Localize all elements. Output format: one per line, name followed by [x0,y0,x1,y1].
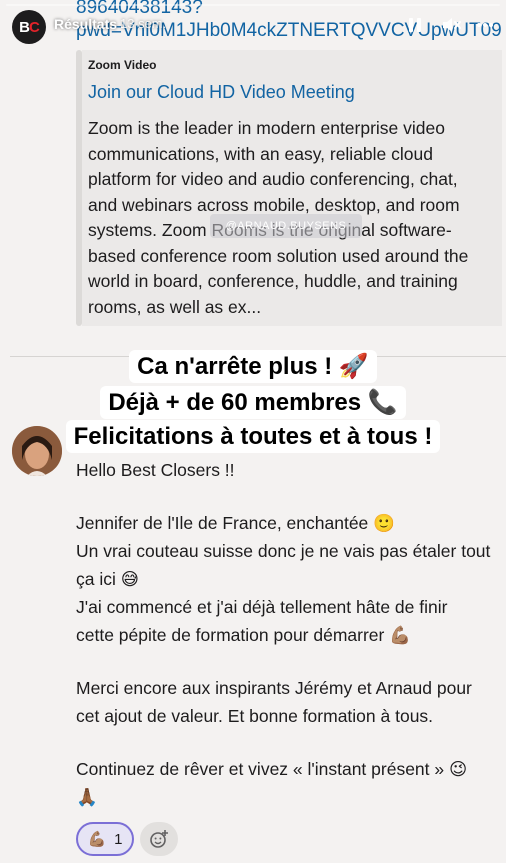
story-caption-line-3: Felicitations à toutes et à tous ! [0,420,506,453]
reaction-emoji: 💪🏽 [87,831,107,848]
message-line: ça ici 😅 [76,569,139,589]
bc-logo-icon: BC [19,18,40,36]
story-caption-line-1: Ca n'arrête plus ! 🚀 [0,350,506,383]
message-line: Merci encore aux inspirants Jérémy et Ar… [76,678,472,698]
avatar-photo-icon [12,426,62,476]
caption-text-3: Felicitations à toutes et à tous ! [65,420,441,453]
message-line: Un vrai couteau suisse donc je ne vais p… [76,541,491,561]
username-watermark: @ARNAUD.BUYSENS [210,214,362,238]
message-greeting: Hello Best Closers !! [76,460,235,480]
unfurl-desc-line: world in board, conference, huddle, and … [88,271,458,291]
story-account-name[interactable]: Résultats [54,16,117,32]
story-timestamp: 13 sem. [120,16,167,31]
story-progress-bar [6,4,500,6]
unfurl-site-name: Zoom Video [88,58,157,72]
message-line: Continuez de rêver et vivez « l'instant … [76,759,468,779]
more-icon[interactable] [474,14,496,36]
story-caption-line-2: Déjà + de 60 membres 📞 [0,386,506,419]
unfurl-desc-line: rooms, as well as ex... [88,296,262,317]
mute-icon[interactable] [440,14,462,36]
message-line: J'ai commencé et j'ai déjà tellement hât… [76,597,448,617]
add-emoji-icon [150,830,168,848]
message-line: cet ajout de valeur. Et bonne formation … [76,706,434,726]
unfurl-desc-line: Zoom is the leader in modern enterprise … [88,118,445,138]
unfurl-desc-line: communications, with an easy, reliable c… [88,143,433,164]
account-avatar[interactable]: BC [12,10,46,44]
unfurl-desc-line: platform for video and audio conferencin… [88,169,458,189]
reaction-flexed-biceps[interactable]: 💪🏽 1 [76,822,134,856]
pause-icon[interactable] [404,14,426,36]
add-reaction-button[interactable] [140,822,178,856]
unfurl-desc-line: based conference room solution used arou… [88,245,469,266]
message-line: Jennifer de l'Ile de France, enchantée 🙂 [76,513,395,533]
message-body: Hello Best Closers !! Jennifer de l'Ile … [76,456,506,811]
unfurl-title-link[interactable]: Join our Cloud HD Video Meeting [88,82,355,103]
caption-text-1: Ca n'arrête plus ! 🚀 [129,350,377,383]
message-line: 🙏🏾 [76,787,98,807]
caption-text-2: Déjà + de 60 membres 📞 [100,386,406,419]
reaction-count: 1 [114,830,123,848]
zoom-unfurl-card: Zoom Video Join our Cloud HD Video Meeti… [82,50,502,326]
message-line: cette pépite de formation pour démarrer … [76,625,412,645]
user-avatar[interactable] [12,426,62,476]
